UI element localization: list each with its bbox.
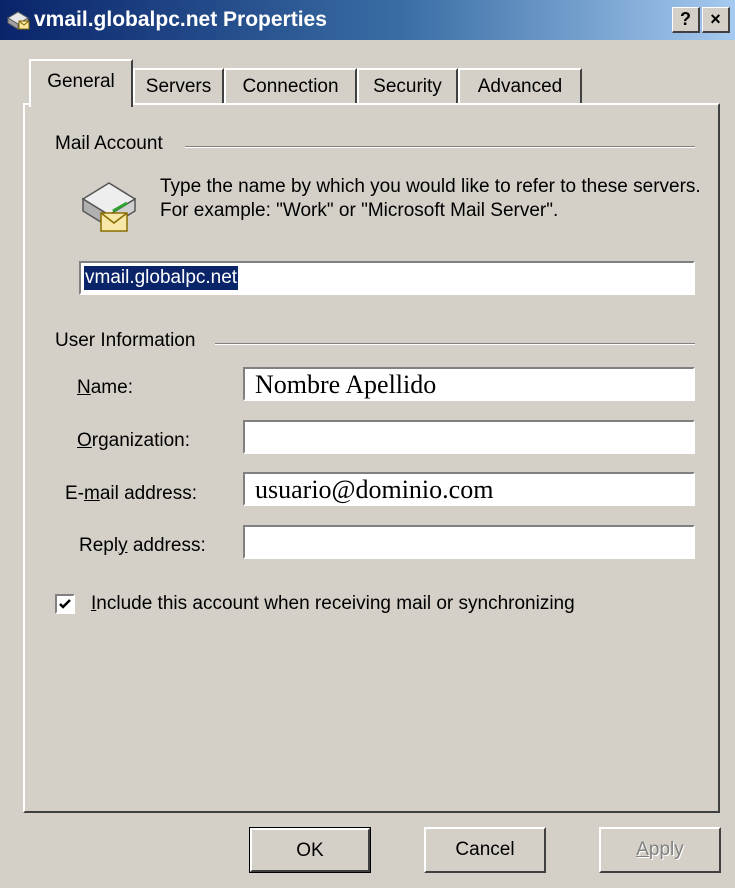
user-info-divider — [215, 343, 695, 345]
tab-panel-general: Mail Account Type the name by which you … — [23, 103, 720, 813]
organization-field[interactable] — [243, 420, 695, 454]
tab-security[interactable]: Security — [357, 68, 458, 104]
reply-address-label: Reply address: — [79, 535, 206, 556]
include-account-label[interactable]: Include this account when receiving mail… — [91, 593, 575, 615]
email-field[interactable]: usuario@dominio.com — [243, 472, 695, 506]
name-label: Name: — [77, 377, 133, 398]
apply-button-label: Apply — [636, 839, 684, 860]
tab-advanced[interactable]: Advanced — [458, 68, 582, 104]
tab-servers[interactable]: Servers — [133, 68, 224, 104]
mail-server-icon — [81, 182, 137, 232]
cancel-button-label: Cancel — [455, 839, 515, 860]
reply-address-field[interactable] — [243, 525, 695, 559]
close-button[interactable]: × — [702, 7, 730, 33]
include-account-checkbox[interactable] — [55, 594, 75, 614]
email-label: E-mail address: — [65, 483, 197, 504]
ok-button[interactable]: OK — [249, 827, 371, 873]
tab-connection[interactable]: Connection — [224, 68, 357, 104]
account-name-input[interactable]: vmail.globalpc.net — [79, 261, 695, 295]
account-name-value: vmail.globalpc.net — [84, 266, 239, 290]
organization-label: Organization: — [77, 430, 191, 451]
user-info-group-label: User Information — [55, 330, 204, 352]
name-value: Nombre Apellido — [255, 370, 437, 399]
apply-button[interactable]: Apply — [599, 827, 721, 873]
email-value: usuario@dominio.com — [255, 475, 494, 504]
mail-account-icon — [7, 11, 30, 30]
window-title: vmail.globalpc.net Properties — [34, 8, 327, 31]
checkmark-icon — [59, 599, 71, 609]
ok-button-label: OK — [296, 840, 324, 861]
mail-account-group-label: Mail Account — [55, 133, 171, 155]
mail-account-divider — [185, 146, 695, 148]
title-bar[interactable]: vmail.globalpc.net Properties ? × — [0, 0, 735, 40]
ok-button-face: OK — [250, 828, 370, 872]
cancel-button[interactable]: Cancel — [424, 827, 546, 873]
name-field[interactable]: Nombre Apellido — [243, 367, 695, 401]
help-button[interactable]: ? — [672, 7, 700, 33]
tab-general[interactable]: General — [29, 59, 133, 107]
mail-account-description: Type the name by which you would like to… — [160, 176, 701, 221]
